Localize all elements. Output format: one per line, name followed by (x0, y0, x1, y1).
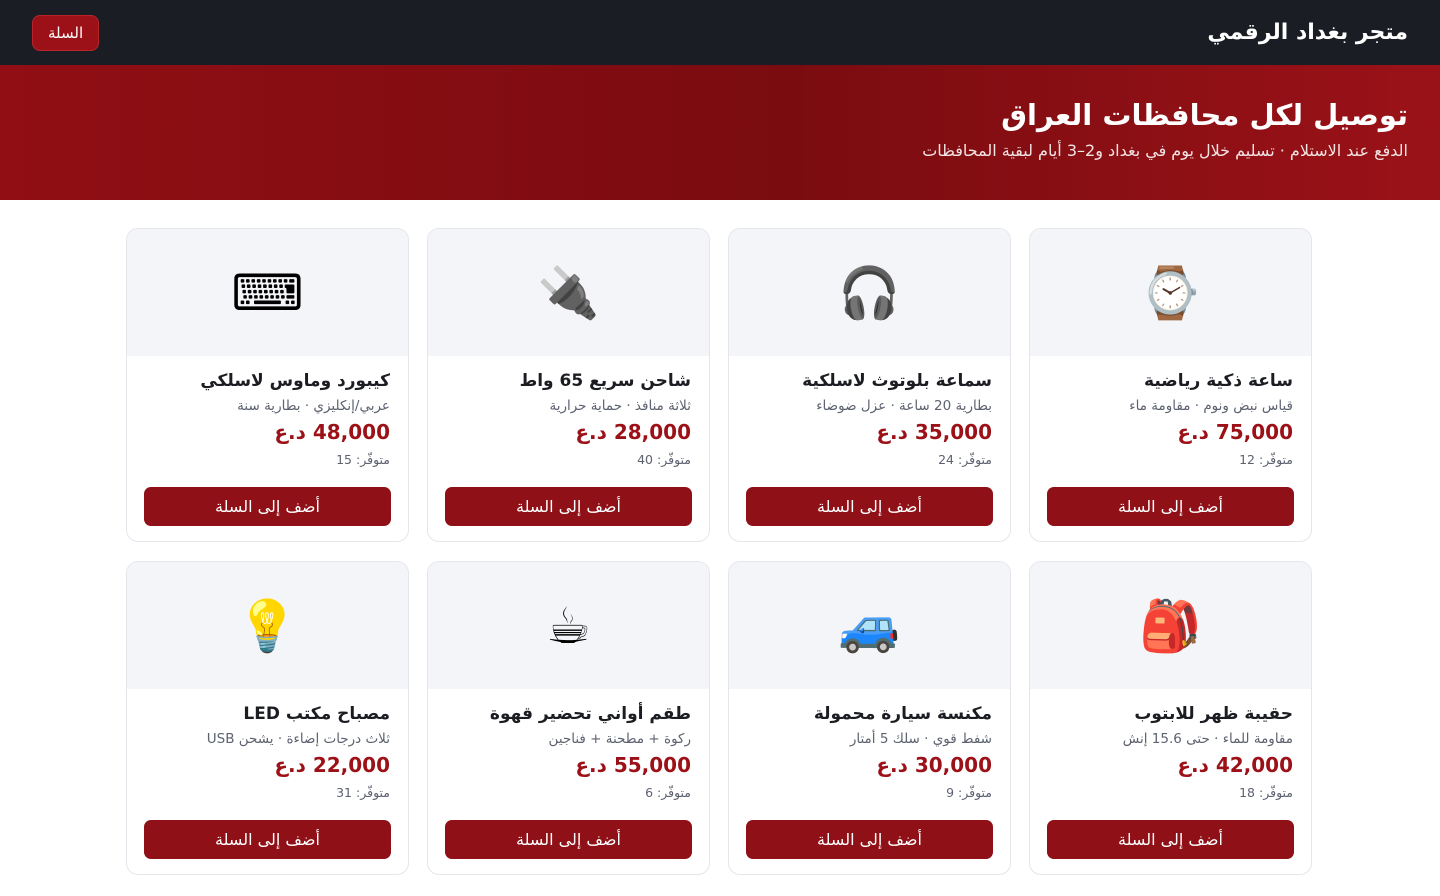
product-description: مقاومة للماء · حتى 15.6 إنش (1122, 731, 1293, 748)
add-to-cart-button[interactable]: أضف إلى السلة (445, 820, 692, 859)
product-image: 🎧 (729, 229, 1010, 356)
product-stock: متوفّر: 18 (1239, 785, 1293, 801)
product-stock: متوفّر: 9 (946, 785, 992, 801)
product-description: شفط قوي · سلك 5 أمتار (849, 731, 992, 748)
product-image: ⌚ (1030, 229, 1311, 356)
keyboard-icon: ⌨ (231, 263, 304, 322)
product-image: 💡 (127, 562, 408, 689)
coffee-cup-icon: ☕ (546, 596, 591, 655)
product-description: ثلاث درجات إضاءة · يشحن USB (206, 731, 390, 748)
product-stock: متوفّر: 24 (938, 452, 992, 468)
product-description: بطارية 20 ساعة · عزل ضوضاء (816, 398, 992, 415)
product-name: ساعة ذكية رياضية (1144, 371, 1293, 391)
cart-button[interactable]: السلة (32, 14, 100, 51)
add-to-cart-button[interactable]: أضف إلى السلة (746, 820, 993, 859)
light-bulb-icon: 💡 (236, 596, 299, 655)
product-price: 75,000 د.ع (1177, 420, 1293, 445)
product-name: شاحن سريع 65 واط (519, 371, 691, 391)
hero-subtitle: الدفع عند الاستلام · تسليم خلال يوم في ب… (922, 141, 1408, 161)
plug-icon: 🔌 (537, 263, 600, 322)
product-card: ⌚ ساعة ذكية رياضية قياس نبض ونوم · مقاوم… (1029, 228, 1312, 542)
add-to-cart-button[interactable]: أضف إلى السلة (445, 487, 692, 526)
product-price: 30,000 د.ع (876, 753, 992, 778)
add-to-cart-button[interactable]: أضف إلى السلة (1047, 487, 1294, 526)
product-card: 🔌 شاحن سريع 65 واط ثلاثة منافذ · حماية ح… (427, 228, 710, 542)
product-stock: متوفّر: 15 (336, 452, 390, 468)
product-card: ☕ طقم أواني تحضير قهوة ركوة + مطحنة + فن… (427, 561, 710, 875)
product-description: ركوة + مطحنة + فناجين (548, 731, 691, 748)
product-price: 42,000 د.ع (1177, 753, 1293, 778)
top-bar: متجر بغداد الرقمي السلة (0, 0, 1440, 65)
product-name: حقيبة ظهر للابتوب (1134, 704, 1293, 724)
product-name: مكنسة سيارة محمولة (813, 704, 992, 724)
add-to-cart-button[interactable]: أضف إلى السلة (746, 487, 993, 526)
product-image: 🔌 (428, 229, 709, 356)
product-stock: متوفّر: 6 (645, 785, 691, 801)
product-card: 🚙 مكنسة سيارة محمولة شفط قوي · سلك 5 أمت… (728, 561, 1011, 875)
add-to-cart-button[interactable]: أضف إلى السلة (1047, 820, 1294, 859)
add-to-cart-button[interactable]: أضف إلى السلة (144, 487, 391, 526)
product-image: ☕ (428, 562, 709, 689)
product-price: 28,000 د.ع (575, 420, 691, 445)
product-name: طقم أواني تحضير قهوة (489, 704, 691, 724)
hero-title: توصيل لكل محافظات العراق (1001, 98, 1408, 132)
product-description: ثلاثة منافذ · حماية حرارية (549, 398, 691, 415)
product-price: 48,000 د.ع (274, 420, 390, 445)
product-stock: متوفّر: 12 (1239, 452, 1293, 468)
add-to-cart-button[interactable]: أضف إلى السلة (144, 820, 391, 859)
backpack-icon: 🎒 (1139, 596, 1202, 655)
product-price: 35,000 د.ع (876, 420, 992, 445)
product-stock: متوفّر: 40 (637, 452, 691, 468)
car-icon: 🚙 (838, 596, 901, 655)
hero-banner: توصيل لكل محافظات العراق الدفع عند الاست… (0, 65, 1440, 200)
product-grid: ⌚ ساعة ذكية رياضية قياس نبض ونوم · مقاوم… (126, 228, 1312, 875)
product-card: 🎒 حقيبة ظهر للابتوب مقاومة للماء · حتى 1… (1029, 561, 1312, 875)
headphones-icon: 🎧 (838, 263, 901, 322)
product-price: 55,000 د.ع (575, 753, 691, 778)
product-name: مصباح مكتب LED (243, 704, 390, 724)
product-description: قياس نبض ونوم · مقاومة ماء (1129, 398, 1293, 415)
product-stock: متوفّر: 31 (336, 785, 390, 801)
product-name: كيبورد وماوس لاسلكي (200, 371, 390, 391)
watch-icon: ⌚ (1139, 263, 1202, 322)
product-image: 🎒 (1030, 562, 1311, 689)
product-price: 22,000 د.ع (274, 753, 390, 778)
product-card: 💡 مصباح مكتب LED ثلاث درجات إضاءة · يشحن… (126, 561, 409, 875)
product-card: ⌨ كيبورد وماوس لاسلكي عربي/إنكليزي · بطا… (126, 228, 409, 542)
product-description: عربي/إنكليزي · بطارية سنة (237, 398, 390, 415)
product-image: ⌨ (127, 229, 408, 356)
product-card: 🎧 سماعة بلوتوث لاسلكية بطارية 20 ساعة · … (728, 228, 1011, 542)
product-image: 🚙 (729, 562, 1010, 689)
store-name: متجر بغداد الرقمي (1207, 20, 1408, 45)
product-name: سماعة بلوتوث لاسلكية (802, 371, 992, 391)
